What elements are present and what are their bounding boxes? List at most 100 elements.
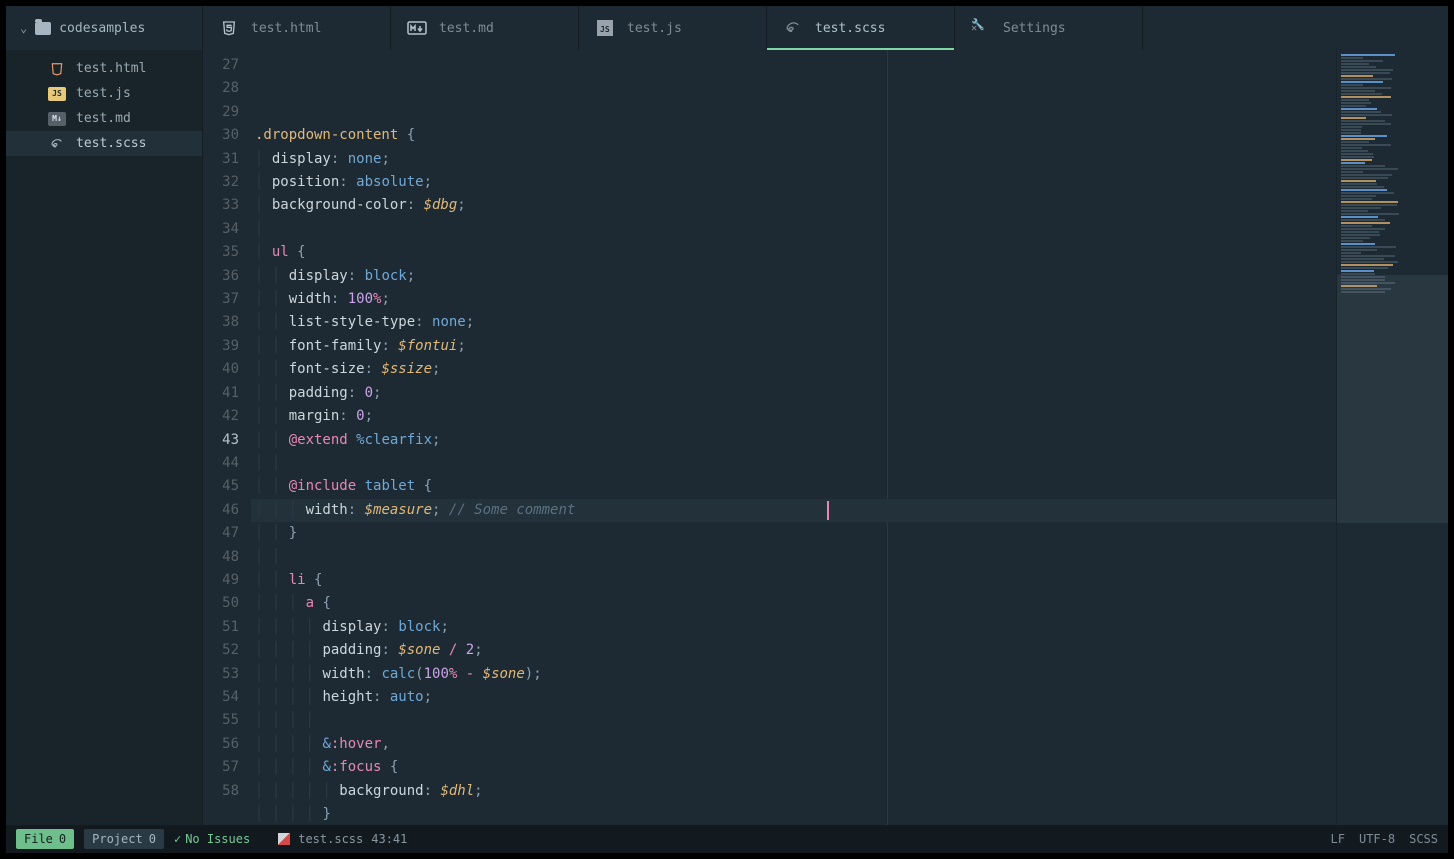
language-mode[interactable]: SCSS bbox=[1409, 832, 1438, 846]
file-name: test.scss bbox=[298, 832, 363, 846]
main-row: test.html JStest.js M↓ test.md test.scss 272… bbox=[6, 50, 1448, 825]
markdown-icon bbox=[407, 20, 427, 36]
code-line[interactable]: │ │ @include tablet { bbox=[251, 475, 1336, 498]
html5-icon bbox=[48, 62, 66, 76]
line-ending[interactable]: LF bbox=[1331, 832, 1345, 846]
line-number: 58 bbox=[203, 780, 239, 803]
code-line[interactable]: │ │ display: block; bbox=[251, 265, 1336, 288]
code-line[interactable]: │ │ │ │ height: auto; bbox=[251, 686, 1336, 709]
line-number: 50 bbox=[203, 592, 239, 615]
code-line[interactable]: .dropdown-content { bbox=[251, 124, 1336, 147]
sass-icon bbox=[48, 137, 66, 151]
line-number: 32 bbox=[203, 171, 239, 194]
project-issues-label: Project bbox=[92, 832, 143, 846]
no-issues-label: No Issues bbox=[185, 832, 250, 846]
tab-test-js[interactable]: JStest.js bbox=[579, 6, 767, 50]
encoding[interactable]: UTF-8 bbox=[1359, 832, 1395, 846]
code-line[interactable]: │ │ │ │ display: block; bbox=[251, 616, 1336, 639]
code-line[interactable]: │ │ │ a { bbox=[251, 592, 1336, 615]
line-number: 57 bbox=[203, 756, 239, 779]
tab-test-scss[interactable]: test.scss bbox=[767, 6, 955, 50]
tab-test-html[interactable]: test.html bbox=[203, 6, 391, 50]
code-line[interactable]: │ │ │ │ padding: $sone / 2; bbox=[251, 639, 1336, 662]
code-line[interactable]: │ │ bbox=[251, 452, 1336, 475]
line-number: 35 bbox=[203, 241, 239, 264]
code-line[interactable]: │ │ font-size: $ssize; bbox=[251, 358, 1336, 381]
code-line[interactable]: │ ul { bbox=[251, 241, 1336, 264]
file-issues-pill[interactable]: File 0 bbox=[16, 829, 74, 849]
code-line[interactable]: │ │ list-style-type: none; bbox=[251, 311, 1336, 334]
tree-item-test-scss[interactable]: test.scss bbox=[6, 131, 202, 156]
chevron-down-icon: ⌄ bbox=[20, 21, 27, 35]
code-line[interactable]: │ │ │ │ │ background: $dhl; bbox=[251, 780, 1336, 803]
line-number: 34 bbox=[203, 218, 239, 241]
project-header[interactable]: ⌄ codesamples bbox=[6, 6, 203, 50]
tab-bar: test.html test.md JStest.jstest.scss✕🔧Sett… bbox=[203, 6, 1448, 50]
code-line[interactable]: │ │ │ width: $measure; // Some comment bbox=[251, 499, 1336, 522]
code-line[interactable]: │ background-color: $dbg; bbox=[251, 194, 1336, 217]
line-number: 55 bbox=[203, 709, 239, 732]
line-number: 51 bbox=[203, 616, 239, 639]
code-line[interactable]: │ │ padding: 0; bbox=[251, 382, 1336, 405]
tab-label: test.md bbox=[439, 21, 494, 36]
code-line[interactable]: │ │ } bbox=[251, 522, 1336, 545]
tree-item-test-html[interactable]: test.html bbox=[6, 56, 202, 81]
tree-item-label: test.html bbox=[76, 61, 146, 76]
line-number: 46 bbox=[203, 499, 239, 522]
line-number: 47 bbox=[203, 522, 239, 545]
code-line[interactable]: │ │ bbox=[251, 546, 1336, 569]
code-line[interactable]: │ │ │ │ width: calc(100% - $sone); bbox=[251, 663, 1336, 686]
status-right: LF UTF-8 SCSS bbox=[1331, 832, 1438, 846]
code-line[interactable]: │ │ │ │ bbox=[251, 709, 1336, 732]
settings-icon: ✕🔧 bbox=[971, 20, 991, 36]
file-info[interactable]: test.scss 43:41 bbox=[278, 832, 407, 846]
code-line[interactable]: │ │ @extend %clearfix; bbox=[251, 429, 1336, 452]
svg-text:JS: JS bbox=[600, 25, 610, 34]
editor[interactable]: 2728293031323334353637383940414243444546… bbox=[203, 50, 1448, 825]
code-line[interactable]: │ bbox=[251, 218, 1336, 241]
code-line[interactable]: │ │ │ │ &:focus { bbox=[251, 756, 1336, 779]
file-tree: test.html JStest.js M↓ test.md test.scss bbox=[6, 50, 203, 825]
line-number: 38 bbox=[203, 311, 239, 334]
html5-icon bbox=[219, 20, 239, 36]
code-line[interactable]: │ display: none; bbox=[251, 148, 1336, 171]
tab-test-md[interactable]: test.md bbox=[391, 6, 579, 50]
code-line[interactable]: │ │ │ │ &:hover, bbox=[251, 733, 1336, 756]
tree-item-label: test.scss bbox=[76, 136, 146, 151]
code-line[interactable]: │ position: absolute; bbox=[251, 171, 1336, 194]
line-gutter: 2728293031323334353637383940414243444546… bbox=[203, 50, 251, 825]
line-number: 41 bbox=[203, 382, 239, 405]
code-line[interactable]: │ │ li { bbox=[251, 569, 1336, 592]
markdown-icon: M↓ bbox=[48, 112, 66, 126]
code-area[interactable]: .dropdown-content {│ display: none;│ pos… bbox=[251, 50, 1336, 825]
tab-settings[interactable]: ✕🔧Settings bbox=[955, 6, 1143, 50]
line-number: 48 bbox=[203, 546, 239, 569]
line-number: 56 bbox=[203, 733, 239, 756]
tree-item-label: test.md bbox=[76, 111, 131, 126]
file-issues-label: File bbox=[24, 832, 53, 846]
project-issues-pill[interactable]: Project 0 bbox=[84, 829, 164, 849]
code-line[interactable]: │ │ │ │ } bbox=[251, 803, 1336, 825]
tab-label: test.html bbox=[251, 21, 321, 36]
minimap[interactable] bbox=[1336, 50, 1448, 825]
line-number: 52 bbox=[203, 639, 239, 662]
line-number: 33 bbox=[203, 194, 239, 217]
tree-item-test-md[interactable]: M↓ test.md bbox=[6, 106, 202, 131]
code-line[interactable]: │ │ font-family: $fontui; bbox=[251, 335, 1336, 358]
minimap-viewport[interactable] bbox=[1337, 275, 1448, 523]
code-line[interactable]: │ │ width: 100%; bbox=[251, 288, 1336, 311]
folder-icon bbox=[35, 22, 51, 35]
line-number: 27 bbox=[203, 54, 239, 77]
no-issues-indicator[interactable]: ✓ No Issues bbox=[174, 832, 250, 846]
line-number: 39 bbox=[203, 335, 239, 358]
line-number: 28 bbox=[203, 77, 239, 100]
cursor-position: 43:41 bbox=[371, 832, 407, 846]
status-bar: File 0 Project 0 ✓ No Issues test.scss 4… bbox=[6, 825, 1448, 853]
line-number: 30 bbox=[203, 124, 239, 147]
tree-item-test-js[interactable]: JStest.js bbox=[6, 81, 202, 106]
line-number: 36 bbox=[203, 265, 239, 288]
file-modified-icon bbox=[278, 833, 290, 845]
javascript-icon: JS bbox=[595, 20, 615, 36]
code-line[interactable]: │ │ margin: 0; bbox=[251, 405, 1336, 428]
tree-item-label: test.js bbox=[76, 86, 131, 101]
